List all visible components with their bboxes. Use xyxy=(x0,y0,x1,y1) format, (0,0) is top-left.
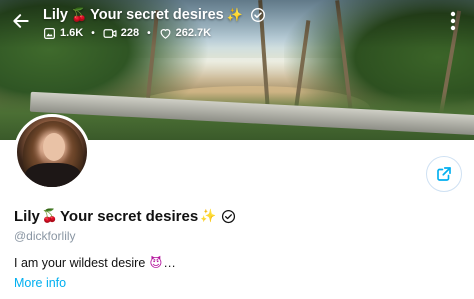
header-title: Lily 🍒 Your secret desires ✨ xyxy=(43,6,266,24)
avatar-body xyxy=(25,163,81,187)
arrow-left-icon xyxy=(13,14,29,28)
profile-bio-ellipsis: … xyxy=(163,255,176,270)
sparkle-glyph: ✨ xyxy=(226,7,243,23)
share-icon xyxy=(437,167,451,181)
stat-videos: 228 xyxy=(103,27,139,40)
cherry-glyph: 🍒 xyxy=(41,208,59,224)
devil-glyph: 😈 xyxy=(149,255,163,270)
avatar-face xyxy=(43,133,65,161)
more-options-button[interactable] xyxy=(440,8,466,34)
stat-photos-count: 1.6K xyxy=(60,27,84,39)
more-info-link[interactable]: More info xyxy=(14,276,66,290)
header-title-rest: Your secret desires xyxy=(90,7,224,23)
share-button[interactable] xyxy=(426,156,462,192)
stat-separator: • xyxy=(147,27,151,39)
stat-photos: 1.6K xyxy=(43,27,83,40)
verified-badge-icon xyxy=(250,8,265,22)
sparkle-glyph: ✨ xyxy=(200,208,217,224)
profile-bio-text: I am your wildest desire xyxy=(14,255,146,270)
back-button[interactable] xyxy=(6,6,36,36)
verified-badge-icon xyxy=(222,209,236,223)
profile-name-rest: Your secret desires xyxy=(60,207,199,225)
stat-videos-count: 228 xyxy=(120,27,140,39)
profile-bio: I am your wildest desire 😈 … xyxy=(14,255,176,270)
profile-name: Lily 🍒 Your secret desires ✨ xyxy=(14,206,236,226)
cherry-glyph: 🍒 xyxy=(70,7,88,23)
header-stats: 1.6K • 228 • 262.7K xyxy=(43,25,211,41)
avatar[interactable] xyxy=(14,114,90,190)
more-vertical-icon xyxy=(450,11,456,31)
stat-likes-count: 262.7K xyxy=(175,27,212,39)
profile-handle: @dickforlily xyxy=(14,229,76,243)
stat-likes: 262.7K xyxy=(159,27,211,40)
header-title-name: Lily xyxy=(43,7,68,23)
profile-name-first: Lily xyxy=(14,207,40,225)
image-icon xyxy=(44,27,55,39)
stat-separator: • xyxy=(91,27,95,39)
video-icon xyxy=(103,28,117,38)
heart-icon xyxy=(160,28,171,39)
